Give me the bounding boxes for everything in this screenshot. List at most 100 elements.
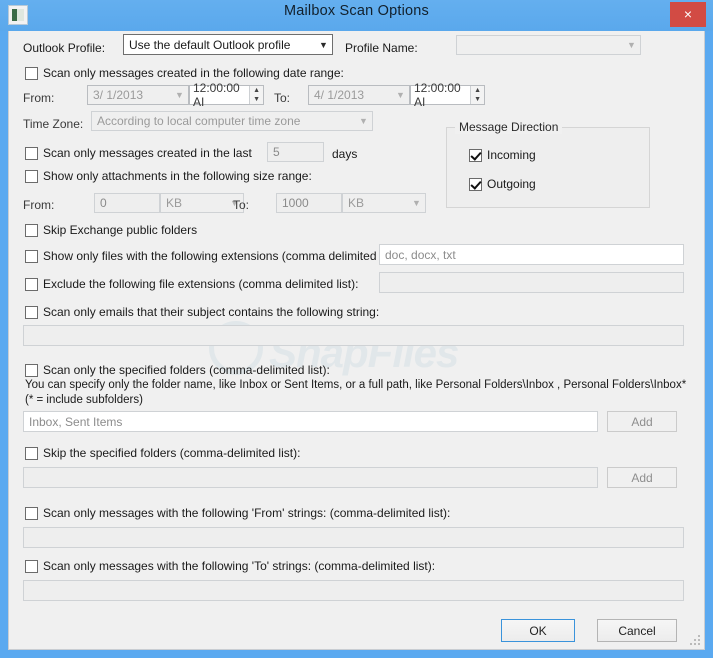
size-range-checkbox[interactable]: Show only attachments in the following s…	[25, 169, 312, 183]
profile-name-select[interactable]: ▼	[456, 35, 641, 55]
outlook-profile-select[interactable]: Use the default Outlook profile ▼	[123, 34, 333, 55]
size-to-label: To:	[233, 198, 250, 212]
time-from-value: 12:00:00 AI	[193, 81, 240, 109]
outgoing-label: Outgoing	[487, 177, 536, 191]
checkbox-box	[469, 177, 482, 191]
ok-button[interactable]: OK	[501, 619, 575, 642]
size-to-input[interactable]: 1000	[276, 193, 342, 213]
from-strings-checkbox[interactable]: Scan only messages with the following 'F…	[25, 506, 450, 520]
cancel-button[interactable]: Cancel	[597, 619, 677, 642]
incoming-label: Incoming	[487, 148, 536, 162]
checkbox-box	[25, 506, 38, 520]
last-days-unit: days	[332, 147, 358, 161]
last-days-label: Scan only messages created in the last	[43, 146, 252, 160]
date-range-checkbox[interactable]: Scan only messages created in the follow…	[25, 66, 344, 80]
spinner-buttons[interactable]: ▲ ▼	[470, 86, 484, 104]
to-strings-input[interactable]	[23, 580, 684, 601]
date-from-value: 3/ 1/2013	[93, 88, 144, 102]
spinner-up-icon: ▲	[253, 87, 260, 94]
timezone-value: According to local computer time zone	[97, 114, 301, 128]
size-to-value: 1000	[282, 196, 309, 210]
to-strings-label: Scan only messages with the following 'T…	[43, 559, 436, 573]
checkbox-box	[25, 446, 38, 460]
include-folders-input[interactable]: Inbox, Sent Items	[23, 411, 598, 432]
include-folders-label: Scan only the specified folders (comma-d…	[43, 363, 330, 377]
time-to-input[interactable]: 12:00:00 AI ▲ ▼	[410, 81, 485, 109]
include-extensions-input[interactable]: doc, docx, txt	[379, 244, 684, 265]
outlook-profile-label: Outlook Profile:	[23, 41, 106, 55]
size-from-input[interactable]: 0	[94, 193, 160, 213]
outlook-profile-value: Use the default Outlook profile	[129, 37, 291, 52]
date-to-label: To:	[274, 91, 291, 105]
timezone-select[interactable]: According to local computer time zone ▼	[91, 111, 373, 131]
skip-folders-input[interactable]	[23, 467, 598, 488]
checkbox-box	[25, 66, 38, 80]
date-from-label: From:	[23, 91, 55, 105]
chevron-down-icon: ▼	[627, 40, 636, 50]
chevron-down-icon: ▼	[175, 90, 184, 100]
checkbox-box	[25, 305, 38, 319]
date-range-label: Scan only messages created in the follow…	[43, 66, 344, 80]
spinner-up-icon: ▲	[474, 87, 481, 94]
subject-contains-input[interactable]	[23, 325, 684, 346]
include-folders-hint-line2: (* = include subfolders)	[25, 394, 143, 406]
to-strings-checkbox[interactable]: Scan only messages with the following 'T…	[25, 559, 435, 573]
checkbox-box	[25, 223, 38, 237]
timezone-label: Time Zone:	[23, 117, 84, 131]
last-days-checkbox[interactable]: Scan only messages created in the last	[25, 146, 252, 160]
exclude-extensions-input[interactable]	[379, 272, 684, 293]
exclude-extensions-label: Exclude the following file extensions (c…	[43, 277, 359, 291]
exclude-extensions-checkbox[interactable]: Exclude the following file extensions (c…	[25, 277, 358, 291]
skip-folders-checkbox[interactable]: Skip the specified folders (comma-delimi…	[25, 446, 300, 460]
include-extensions-checkbox[interactable]: Show only files with the following exten…	[25, 249, 402, 263]
spinner-down-icon: ▼	[474, 96, 481, 103]
date-to-input[interactable]: 4/ 1/2013 ▼	[308, 85, 410, 105]
include-extensions-value: doc, docx, txt	[385, 247, 456, 262]
outgoing-checkbox[interactable]: Outgoing	[469, 177, 536, 191]
include-folders-add-button[interactable]: Add	[607, 411, 677, 432]
subject-contains-checkbox[interactable]: Scan only emails that their subject cont…	[25, 305, 379, 319]
chevron-down-icon: ▼	[359, 116, 368, 126]
skip-folders-add-button[interactable]: Add	[607, 467, 677, 488]
size-from-unit: KB	[166, 196, 183, 210]
time-to-value: 12:00:00 AI	[414, 81, 461, 109]
checkbox-box	[25, 169, 38, 183]
last-days-input[interactable]: 5	[267, 142, 324, 162]
skip-folders-label: Skip the specified folders (comma-delimi…	[43, 446, 301, 460]
title-bar: Mailbox Scan Options ×	[0, 0, 713, 31]
from-strings-input[interactable]	[23, 527, 684, 548]
profile-name-label: Profile Name:	[345, 41, 418, 55]
message-direction-title: Message Direction	[455, 120, 563, 134]
checkbox-box	[469, 148, 482, 162]
skip-public-folders-label: Skip Exchange public folders	[43, 223, 198, 237]
date-to-value: 4/ 1/2013	[314, 88, 365, 102]
checkbox-box	[25, 249, 38, 263]
subject-contains-label: Scan only emails that their subject cont…	[43, 305, 380, 319]
checkbox-box	[25, 559, 38, 573]
checkbox-box	[25, 363, 38, 377]
resize-grip[interactable]	[689, 635, 701, 647]
skip-public-folders-checkbox[interactable]: Skip Exchange public folders	[25, 223, 197, 237]
size-range-label: Show only attachments in the following s…	[43, 169, 312, 183]
dialog-window: Mailbox Scan Options × SnapFiles Outlook…	[0, 0, 713, 658]
close-icon[interactable]: ×	[670, 2, 706, 27]
spinner-down-icon: ▼	[253, 96, 260, 103]
message-direction-group	[446, 127, 650, 208]
checkbox-box	[25, 146, 38, 160]
chevron-down-icon: ▼	[396, 90, 405, 100]
incoming-checkbox[interactable]: Incoming	[469, 148, 536, 162]
from-strings-label: Scan only messages with the following 'F…	[43, 506, 451, 520]
date-from-input[interactable]: 3/ 1/2013 ▼	[87, 85, 189, 105]
spinner-buttons[interactable]: ▲ ▼	[249, 86, 263, 104]
include-folders-checkbox[interactable]: Scan only the specified folders (comma-d…	[25, 363, 330, 377]
size-to-unit-select[interactable]: KB ▼	[342, 193, 426, 213]
dialog-body: SnapFiles Outlook Profile: Use the defau…	[8, 31, 705, 650]
size-to-unit: KB	[348, 196, 365, 210]
include-extensions-label: Show only files with the following exten…	[43, 249, 402, 263]
time-from-input[interactable]: 12:00:00 AI ▲ ▼	[189, 81, 264, 109]
window-title: Mailbox Scan Options	[283, 3, 430, 19]
size-from-unit-select[interactable]: KB ▼	[160, 193, 244, 213]
chevron-down-icon: ▼	[319, 39, 328, 50]
checkbox-box	[25, 277, 38, 291]
size-from-label: From:	[23, 198, 55, 212]
